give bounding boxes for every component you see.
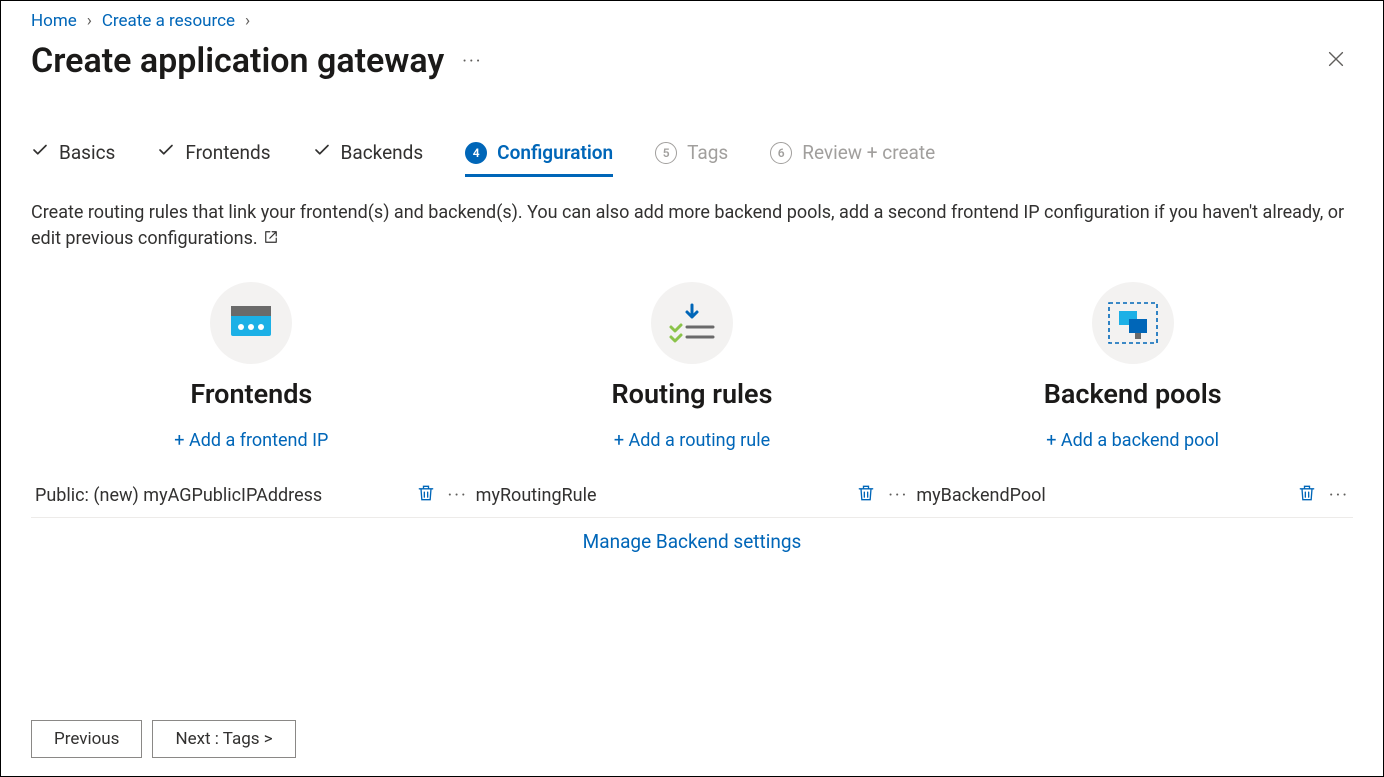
- delete-icon[interactable]: [1297, 483, 1317, 507]
- manage-backend-settings-link[interactable]: Manage Backend settings: [31, 530, 1353, 553]
- breadcrumb-home[interactable]: Home: [31, 11, 77, 31]
- frontends-title: Frontends: [190, 378, 312, 410]
- breadcrumb: Home › Create a resource ›: [31, 11, 1353, 31]
- page-title: Create application gateway: [31, 41, 444, 81]
- backend-pools-icon: [1092, 282, 1174, 364]
- backend-pools-column: Backend pools + Add a backend pool myBac…: [912, 282, 1353, 518]
- chevron-right-icon: ›: [87, 11, 92, 31]
- step-number-icon: 6: [770, 142, 792, 164]
- close-icon[interactable]: [1319, 42, 1353, 81]
- routing-rules-icon: [651, 282, 733, 364]
- backend-pools-title: Backend pools: [1044, 378, 1222, 410]
- breadcrumb-create-resource[interactable]: Create a resource: [102, 11, 235, 31]
- step-number-icon: 4: [465, 142, 487, 164]
- frontends-icon: [210, 282, 292, 364]
- tab-basics[interactable]: Basics: [31, 141, 115, 176]
- tab-label: Review + create: [802, 141, 935, 164]
- wizard-tabs: Basics Frontends Backends 4 Configuratio…: [31, 141, 1353, 176]
- routing-rules-column: Routing rules + Add a routing rule myRou…: [472, 282, 913, 518]
- delete-icon[interactable]: [416, 483, 436, 507]
- add-backend-pool-button[interactable]: + Add a backend pool: [1046, 430, 1219, 451]
- tab-frontends[interactable]: Frontends: [157, 141, 270, 176]
- tab-label: Basics: [59, 141, 115, 164]
- tab-configuration[interactable]: 4 Configuration: [465, 141, 613, 176]
- tab-label: Configuration: [497, 141, 613, 164]
- more-icon[interactable]: ···: [1329, 485, 1349, 506]
- description-text: Create routing rules that link your fron…: [31, 200, 1353, 252]
- more-icon[interactable]: ···: [888, 485, 908, 506]
- step-number-icon: 5: [655, 142, 677, 164]
- tab-backends[interactable]: Backends: [313, 141, 424, 176]
- routing-rules-title: Routing rules: [612, 378, 773, 410]
- check-icon: [31, 141, 49, 164]
- backend-pool-item-label: myBackendPool: [916, 485, 1045, 506]
- external-link-icon[interactable]: [264, 226, 278, 252]
- chevron-right-icon: ›: [245, 11, 250, 31]
- routing-rule-row: myRoutingRule ···: [472, 473, 913, 518]
- tab-tags[interactable]: 5 Tags: [655, 141, 728, 176]
- tab-label: Frontends: [185, 141, 270, 164]
- add-frontend-ip-button[interactable]: + Add a frontend IP: [174, 430, 328, 451]
- backend-pool-row: myBackendPool ···: [912, 473, 1353, 518]
- frontend-row: Public: (new) myAGPublicIPAddress ···: [31, 473, 472, 518]
- routing-rule-item-label: myRoutingRule: [476, 485, 597, 506]
- frontend-item-label: Public: (new) myAGPublicIPAddress: [35, 485, 322, 506]
- more-actions-icon[interactable]: ···: [462, 51, 482, 72]
- more-icon[interactable]: ···: [448, 485, 468, 506]
- delete-icon[interactable]: [856, 483, 876, 507]
- check-icon: [313, 141, 331, 164]
- add-routing-rule-button[interactable]: + Add a routing rule: [614, 430, 770, 451]
- tab-label: Tags: [687, 141, 728, 164]
- previous-button[interactable]: Previous: [31, 720, 142, 758]
- check-icon: [157, 141, 175, 164]
- next-button[interactable]: Next : Tags >: [152, 720, 295, 758]
- tab-review-create[interactable]: 6 Review + create: [770, 141, 935, 176]
- frontends-column: Frontends + Add a frontend IP Public: (n…: [31, 282, 472, 518]
- tab-label: Backends: [341, 141, 424, 164]
